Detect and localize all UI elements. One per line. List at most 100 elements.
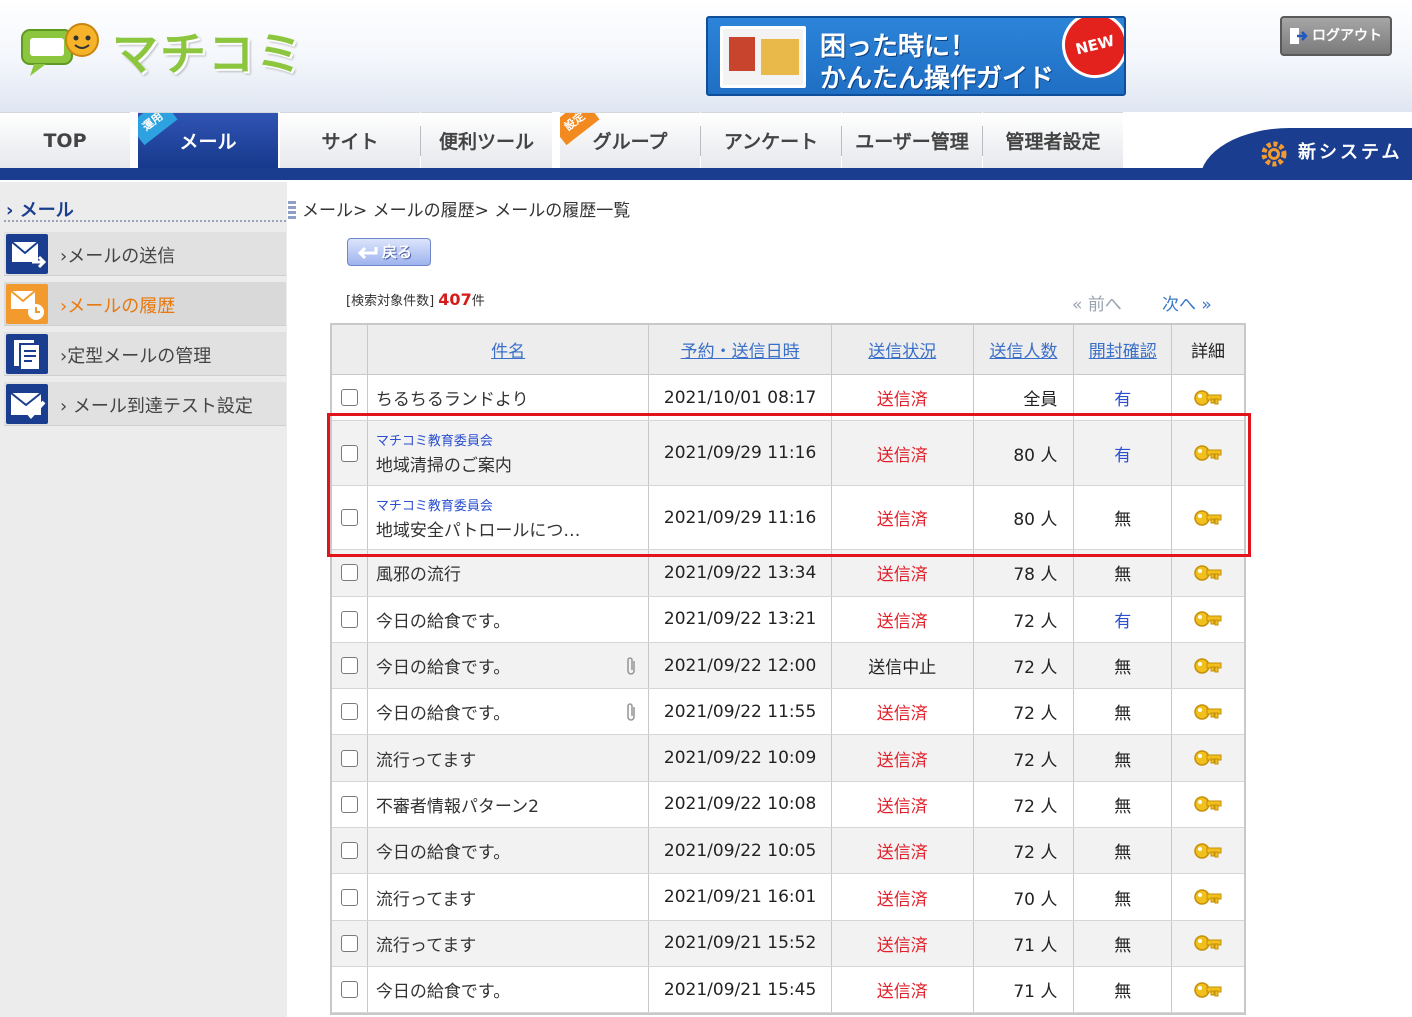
key-icon[interactable] [1193, 656, 1223, 676]
row-date-cell: 2021/09/22 13:34 [649, 550, 832, 596]
table-header: 件名 予約・送信日時 送信状況 送信人数 開封確認 詳細 [332, 325, 1244, 375]
row-checkbox[interactable] [340, 509, 358, 527]
sidebar-divider [4, 220, 286, 222]
sidebar-item-delivery-test[interactable]: › メール到達テスト設定 [4, 382, 286, 426]
tab-survey[interactable]: アンケート [701, 112, 841, 168]
row-status-cell: 送信済 [832, 421, 974, 485]
row-count-cell: 80 人 [974, 485, 1075, 550]
sort-status-link[interactable]: 送信状況 [868, 337, 936, 362]
row-subject-cell[interactable]: 流行ってます [368, 920, 650, 966]
row-open-cell: 無 [1074, 874, 1173, 920]
key-icon[interactable] [1193, 609, 1223, 629]
tab-top[interactable]: TOP [0, 112, 130, 168]
row-open[interactable]: 有 [1114, 607, 1131, 632]
key-icon[interactable] [1193, 794, 1223, 814]
row-checkbox[interactable] [340, 749, 358, 767]
key-icon[interactable] [1193, 933, 1223, 953]
row-open[interactable]: 有 [1114, 441, 1131, 466]
row-open-cell: 無 [1074, 735, 1173, 781]
table-row: 今日の給食です。 2021/09/21 15:45 送信済 71 人 無 [332, 966, 1244, 1014]
sort-date-link[interactable]: 予約・送信日時 [681, 337, 800, 362]
table-row: マチコミ教育委員会 地域安全パトロールにつ… 2021/09/29 11:16 送信済… [332, 485, 1244, 551]
row-status-cell: 送信済 [832, 920, 974, 966]
row-checkbox[interactable] [340, 934, 358, 952]
tab-group[interactable]: 設定 グループ [560, 112, 700, 168]
row-subject-cell[interactable]: 流行ってます [368, 874, 650, 920]
key-icon[interactable] [1193, 563, 1223, 583]
back-button[interactable]: 戻る [347, 238, 431, 266]
row-subject-cell[interactable]: 今日の給食です。 [368, 596, 650, 642]
row-checkbox[interactable] [340, 657, 358, 675]
key-icon[interactable] [1193, 508, 1223, 528]
tab-admin[interactable]: 管理者設定 [983, 112, 1123, 168]
row-count-cell: 80 人 [974, 421, 1075, 485]
site-logo[interactable]: マチコミ [20, 12, 320, 82]
row-subject-cell[interactable]: 今日の給食です。 [368, 828, 650, 874]
row-checkbox[interactable] [340, 795, 358, 813]
row-date-cell: 2021/09/21 15:45 [649, 966, 832, 1013]
sidebar-item-send[interactable]: ›メールの送信 [4, 232, 286, 276]
row-subject-cell[interactable]: 不審者情報パターン2 [368, 781, 650, 828]
row-subject-cell[interactable]: 流行ってます [368, 735, 650, 781]
row-subject-cell[interactable]: 今日の給食です。 [368, 642, 650, 689]
logout-button[interactable]: ログアウト [1280, 16, 1392, 56]
row-checkbox[interactable] [340, 842, 358, 860]
row-count: 72 人 [1013, 750, 1058, 771]
key-icon[interactable] [1193, 887, 1223, 907]
row-check-cell [332, 485, 368, 550]
row-count: 72 人 [1013, 796, 1058, 817]
row-checkbox[interactable] [340, 610, 358, 628]
guide-banner[interactable]: 困った時に！ かんたん操作ガイド NEW [706, 16, 1126, 96]
key-icon[interactable] [1193, 388, 1223, 408]
row-date-cell: 2021/09/22 10:05 [649, 828, 832, 874]
row-checkbox[interactable] [340, 703, 358, 721]
row-checkbox[interactable] [340, 981, 358, 999]
row-detail-cell [1172, 421, 1244, 485]
row-checkbox[interactable] [340, 389, 358, 407]
row-subject-cell[interactable]: ちるちるランドより [368, 375, 650, 421]
row-count-cell: 72 人 [974, 689, 1075, 735]
row-open-cell: 無 [1074, 689, 1173, 735]
mail-history-table: 件名 予約・送信日時 送信状況 送信人数 開封確認 詳細 ちるちるランドより 20… [330, 323, 1246, 1016]
new-system-link[interactable]: 新システム [1200, 128, 1412, 180]
pager-next-link[interactable]: 次へ » [1162, 290, 1212, 315]
key-icon[interactable] [1193, 748, 1223, 768]
row-open-cell: 無 [1074, 485, 1173, 550]
row-checkbox[interactable] [340, 444, 358, 462]
row-subject-cell[interactable]: マチコミ教育委員会 地域清掃のご案内 [368, 421, 650, 485]
sidebar-item-history[interactable]: ›メールの履歴 [4, 282, 286, 326]
row-open: 無 [1114, 796, 1132, 817]
tab-tools[interactable]: 便利ツール [421, 112, 552, 168]
row-subject-cell[interactable]: マチコミ教育委員会 地域安全パトロールにつ… [368, 485, 650, 550]
tab-users[interactable]: ユーザー管理 [842, 112, 982, 168]
sidebar-item-template[interactable]: ›定型メールの管理 [4, 332, 286, 376]
row-check-cell [332, 596, 368, 642]
row-date: 2021/09/21 16:01 [663, 887, 817, 908]
row-count-cell: 72 人 [974, 596, 1075, 642]
row-subject: 地域安全パトロールにつ… [375, 520, 581, 541]
chevron-right-icon: › [6, 200, 14, 221]
row-subject: 地域清掃のご案内 [375, 456, 512, 477]
table-row: 風邪の流行 2021/09/22 13:34 送信済 78 人 無 [332, 550, 1244, 597]
key-icon[interactable] [1193, 841, 1223, 861]
key-icon[interactable] [1193, 980, 1223, 1000]
tab-mail[interactable]: 運用 メール [138, 112, 278, 168]
row-open[interactable]: 有 [1114, 385, 1131, 410]
row-open: 無 [1114, 565, 1132, 586]
key-icon[interactable] [1193, 443, 1223, 463]
row-checkbox[interactable] [340, 564, 358, 582]
tab-site[interactable]: サイト [280, 112, 420, 168]
row-subject: 今日の給食です。 [375, 843, 511, 864]
key-icon[interactable] [1193, 702, 1223, 722]
row-status-cell: 送信済 [832, 689, 974, 735]
row-subject-cell[interactable]: 風邪の流行 [368, 550, 650, 596]
row-count-cell: 78 人 [974, 550, 1075, 596]
sort-count-link[interactable]: 送信人数 [989, 337, 1057, 362]
row-subject-cell[interactable]: 今日の給食です。 [368, 966, 650, 1013]
row-date-cell: 2021/10/01 08:17 [649, 375, 832, 421]
row-checkbox[interactable] [340, 888, 358, 906]
sort-subject-link[interactable]: 件名 [491, 337, 525, 362]
sort-open-link[interactable]: 開封確認 [1089, 337, 1157, 362]
row-count-cell: 70 人 [974, 874, 1075, 920]
row-subject-cell[interactable]: 今日の給食です。 [368, 689, 650, 735]
